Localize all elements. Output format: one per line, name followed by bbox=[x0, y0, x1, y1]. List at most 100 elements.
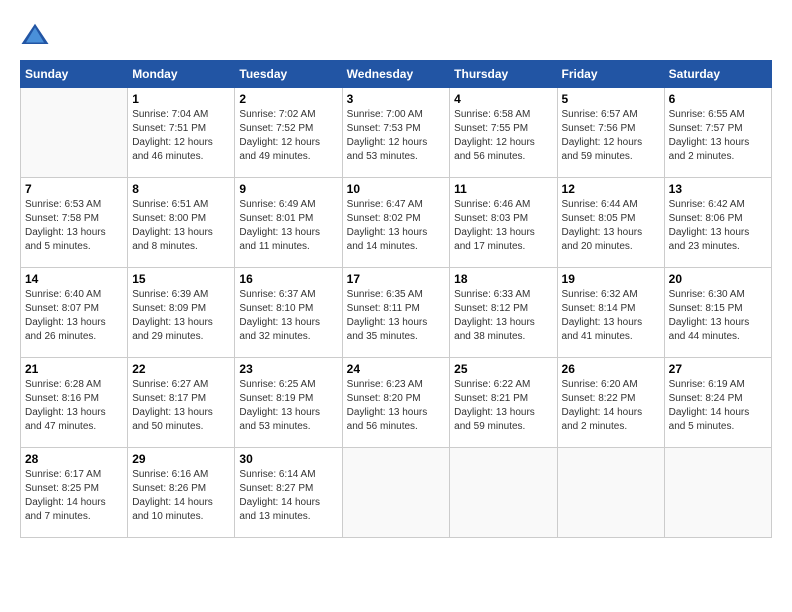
calendar-cell: 11 Sunrise: 6:46 AMSunset: 8:03 PMDayligh… bbox=[450, 178, 557, 268]
day-number: 19 bbox=[562, 272, 660, 286]
day-info: Sunrise: 6:14 AMSunset: 8:27 PMDaylight:… bbox=[239, 468, 337, 524]
day-number: 6 bbox=[669, 92, 767, 106]
calendar-week-2: 14 Sunrise: 6:40 AMSunset: 8:07 PMDayligh… bbox=[21, 268, 772, 358]
day-info: Sunrise: 6:22 AMSunset: 8:21 PMDaylight:… bbox=[454, 378, 552, 434]
day-info: Sunrise: 6:32 AMSunset: 8:14 PMDaylight:… bbox=[562, 288, 660, 344]
logo bbox=[20, 20, 54, 50]
calendar-cell: 22 Sunrise: 6:27 AMSunset: 8:17 PMDayligh… bbox=[128, 358, 235, 448]
day-info: Sunrise: 6:46 AMSunset: 8:03 PMDaylight:… bbox=[454, 198, 552, 254]
calendar-cell: 9 Sunrise: 6:49 AMSunset: 8:01 PMDaylight… bbox=[235, 178, 342, 268]
calendar-cell bbox=[450, 448, 557, 538]
calendar-cell bbox=[664, 448, 771, 538]
day-number: 27 bbox=[669, 362, 767, 376]
day-number: 16 bbox=[239, 272, 337, 286]
day-info: Sunrise: 6:23 AMSunset: 8:20 PMDaylight:… bbox=[347, 378, 446, 434]
day-number: 24 bbox=[347, 362, 446, 376]
calendar-cell: 5 Sunrise: 6:57 AMSunset: 7:56 PMDaylight… bbox=[557, 88, 664, 178]
day-info: Sunrise: 6:47 AMSunset: 8:02 PMDaylight:… bbox=[347, 198, 446, 254]
day-number: 14 bbox=[25, 272, 123, 286]
day-number: 4 bbox=[454, 92, 552, 106]
header bbox=[20, 20, 772, 50]
day-info: Sunrise: 6:20 AMSunset: 8:22 PMDaylight:… bbox=[562, 378, 660, 434]
day-info: Sunrise: 6:39 AMSunset: 8:09 PMDaylight:… bbox=[132, 288, 230, 344]
day-info: Sunrise: 7:02 AMSunset: 7:52 PMDaylight:… bbox=[239, 108, 337, 164]
day-number: 20 bbox=[669, 272, 767, 286]
header-monday: Monday bbox=[128, 61, 235, 88]
calendar-cell: 16 Sunrise: 6:37 AMSunset: 8:10 PMDayligh… bbox=[235, 268, 342, 358]
day-info: Sunrise: 7:04 AMSunset: 7:51 PMDaylight:… bbox=[132, 108, 230, 164]
calendar-cell: 24 Sunrise: 6:23 AMSunset: 8:20 PMDayligh… bbox=[342, 358, 450, 448]
calendar-cell: 6 Sunrise: 6:55 AMSunset: 7:57 PMDaylight… bbox=[664, 88, 771, 178]
calendar: SundayMondayTuesdayWednesdayThursdayFrid… bbox=[20, 60, 772, 538]
calendar-cell: 12 Sunrise: 6:44 AMSunset: 8:05 PMDayligh… bbox=[557, 178, 664, 268]
calendar-cell: 20 Sunrise: 6:30 AMSunset: 8:15 PMDayligh… bbox=[664, 268, 771, 358]
day-info: Sunrise: 6:30 AMSunset: 8:15 PMDaylight:… bbox=[669, 288, 767, 344]
day-info: Sunrise: 6:51 AMSunset: 8:00 PMDaylight:… bbox=[132, 198, 230, 254]
calendar-week-4: 28Sunrise: 6:17 AMSunset: 8:25 PMDayligh… bbox=[21, 448, 772, 538]
calendar-cell: 18 Sunrise: 6:33 AMSunset: 8:12 PMDayligh… bbox=[450, 268, 557, 358]
header-saturday: Saturday bbox=[664, 61, 771, 88]
calendar-cell: 19 Sunrise: 6:32 AMSunset: 8:14 PMDayligh… bbox=[557, 268, 664, 358]
day-info: Sunrise: 6:58 AMSunset: 7:55 PMDaylight:… bbox=[454, 108, 552, 164]
day-info: Sunrise: 6:49 AMSunset: 8:01 PMDaylight:… bbox=[239, 198, 337, 254]
day-number: 15 bbox=[132, 272, 230, 286]
calendar-cell: 1 Sunrise: 7:04 AMSunset: 7:51 PMDaylight… bbox=[128, 88, 235, 178]
day-info: Sunrise: 6:28 AMSunset: 8:16 PMDaylight:… bbox=[25, 378, 123, 434]
calendar-cell: 8 Sunrise: 6:51 AMSunset: 8:00 PMDaylight… bbox=[128, 178, 235, 268]
calendar-cell: 28Sunrise: 6:17 AMSunset: 8:25 PMDayligh… bbox=[21, 448, 128, 538]
calendar-cell: 26 Sunrise: 6:20 AMSunset: 8:22 PMDayligh… bbox=[557, 358, 664, 448]
day-number: 8 bbox=[132, 182, 230, 196]
day-info: Sunrise: 6:44 AMSunset: 8:05 PMDaylight:… bbox=[562, 198, 660, 254]
day-number: 30 bbox=[239, 452, 337, 466]
calendar-cell: 15 Sunrise: 6:39 AMSunset: 8:09 PMDayligh… bbox=[128, 268, 235, 358]
day-info: Sunrise: 6:57 AMSunset: 7:56 PMDaylight:… bbox=[562, 108, 660, 164]
calendar-cell: 17Sunrise: 6:35 AMSunset: 8:11 PMDayligh… bbox=[342, 268, 450, 358]
calendar-cell: 4 Sunrise: 6:58 AMSunset: 7:55 PMDaylight… bbox=[450, 88, 557, 178]
day-number: 18 bbox=[454, 272, 552, 286]
day-number: 9 bbox=[239, 182, 337, 196]
header-sunday: Sunday bbox=[21, 61, 128, 88]
day-info: Sunrise: 6:40 AMSunset: 8:07 PMDaylight:… bbox=[25, 288, 123, 344]
day-number: 12 bbox=[562, 182, 660, 196]
day-number: 29 bbox=[132, 452, 230, 466]
day-number: 23 bbox=[239, 362, 337, 376]
day-number: 2 bbox=[239, 92, 337, 106]
day-info: Sunrise: 6:27 AMSunset: 8:17 PMDaylight:… bbox=[132, 378, 230, 434]
day-number: 21 bbox=[25, 362, 123, 376]
day-number: 11 bbox=[454, 182, 552, 196]
calendar-cell: 21 Sunrise: 6:28 AMSunset: 8:16 PMDayligh… bbox=[21, 358, 128, 448]
day-number: 13 bbox=[669, 182, 767, 196]
calendar-cell: 27 Sunrise: 6:19 AMSunset: 8:24 PMDayligh… bbox=[664, 358, 771, 448]
day-info: Sunrise: 6:53 AMSunset: 7:58 PMDaylight:… bbox=[25, 198, 123, 254]
header-thursday: Thursday bbox=[450, 61, 557, 88]
day-number: 5 bbox=[562, 92, 660, 106]
day-number: 28 bbox=[25, 452, 123, 466]
day-info: Sunrise: 6:25 AMSunset: 8:19 PMDaylight:… bbox=[239, 378, 337, 434]
calendar-header-row: SundayMondayTuesdayWednesdayThursdayFrid… bbox=[21, 61, 772, 88]
logo-icon bbox=[20, 20, 50, 50]
day-info: Sunrise: 6:42 AMSunset: 8:06 PMDaylight:… bbox=[669, 198, 767, 254]
day-number: 7 bbox=[25, 182, 123, 196]
header-wednesday: Wednesday bbox=[342, 61, 450, 88]
day-info: Sunrise: 7:00 AMSunset: 7:53 PMDaylight:… bbox=[347, 108, 446, 164]
day-number: 17 bbox=[347, 272, 446, 286]
calendar-cell: 30 Sunrise: 6:14 AMSunset: 8:27 PMDayligh… bbox=[235, 448, 342, 538]
day-info: Sunrise: 6:37 AMSunset: 8:10 PMDaylight:… bbox=[239, 288, 337, 344]
calendar-cell bbox=[342, 448, 450, 538]
day-number: 10 bbox=[347, 182, 446, 196]
calendar-cell bbox=[557, 448, 664, 538]
calendar-cell: 29 Sunrise: 6:16 AMSunset: 8:26 PMDayligh… bbox=[128, 448, 235, 538]
day-info: Sunrise: 6:19 AMSunset: 8:24 PMDaylight:… bbox=[669, 378, 767, 434]
day-number: 26 bbox=[562, 362, 660, 376]
calendar-cell: 2 Sunrise: 7:02 AMSunset: 7:52 PMDaylight… bbox=[235, 88, 342, 178]
calendar-week-0: 1 Sunrise: 7:04 AMSunset: 7:51 PMDaylight… bbox=[21, 88, 772, 178]
header-friday: Friday bbox=[557, 61, 664, 88]
day-number: 22 bbox=[132, 362, 230, 376]
day-info: Sunrise: 6:55 AMSunset: 7:57 PMDaylight:… bbox=[669, 108, 767, 164]
calendar-cell: 14 Sunrise: 6:40 AMSunset: 8:07 PMDayligh… bbox=[21, 268, 128, 358]
day-info: Sunrise: 6:33 AMSunset: 8:12 PMDaylight:… bbox=[454, 288, 552, 344]
day-number: 1 bbox=[132, 92, 230, 106]
day-number: 3 bbox=[347, 92, 446, 106]
day-info: Sunrise: 6:16 AMSunset: 8:26 PMDaylight:… bbox=[132, 468, 230, 524]
calendar-week-3: 21 Sunrise: 6:28 AMSunset: 8:16 PMDayligh… bbox=[21, 358, 772, 448]
